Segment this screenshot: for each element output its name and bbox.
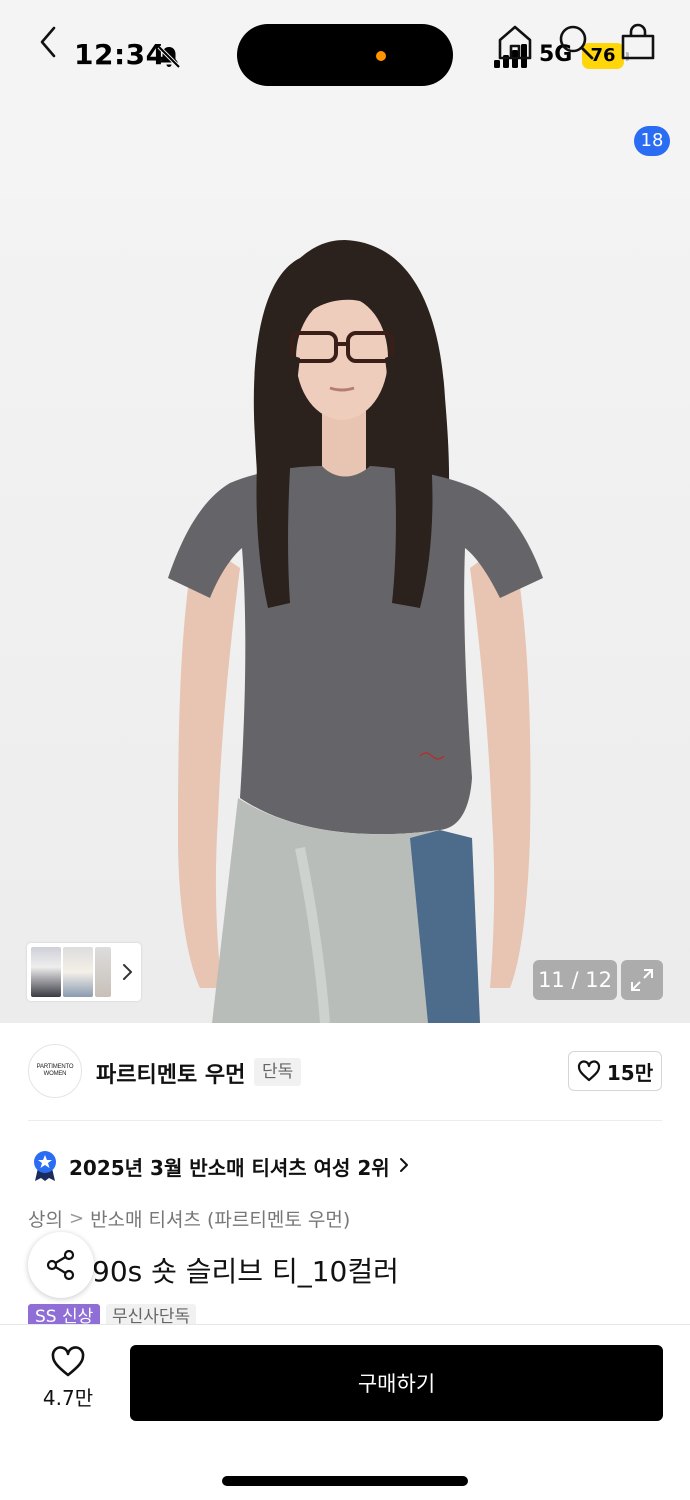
thumbnail-1[interactable]: [31, 947, 61, 997]
brand-logo[interactable]: PARTIMENTO WOMEN: [28, 1044, 82, 1098]
share-icon: [46, 1249, 75, 1281]
brand-logo-text: PARTIMENTO: [36, 1064, 74, 1070]
privacy-indicator-dot: [376, 51, 386, 61]
cart-button[interactable]: [616, 20, 660, 64]
ranking-badge-icon: [34, 1151, 56, 1181]
product-title-text: 90s 숏 슬리브 티_10컬러: [92, 1255, 399, 1288]
back-chevron-icon: [40, 26, 56, 58]
brand-exclusive-tag: 단독: [254, 1058, 302, 1086]
buy-button[interactable]: 구매하기: [130, 1345, 663, 1421]
divider: [28, 1120, 662, 1121]
brand-like-button[interactable]: 15만: [568, 1051, 662, 1091]
product-image[interactable]: [0, 198, 690, 1023]
search-button[interactable]: [554, 20, 598, 64]
expand-icon: [631, 969, 653, 991]
chevron-right-icon[interactable]: [398, 1156, 410, 1174]
thumbnail-3[interactable]: [95, 947, 111, 997]
breadcrumb-subcategory[interactable]: 반소매 티셔츠 (파르티멘토 우먼): [90, 1205, 350, 1232]
image-counter: 11 / 12: [533, 960, 617, 1000]
wishlist-count: 4.7만: [42, 1386, 94, 1410]
chevron-right-icon[interactable]: [120, 962, 134, 982]
status-time: 12:34: [74, 38, 166, 71]
shopping-bag-icon: [621, 23, 655, 60]
brand-name[interactable]: 파르티멘토 우먼: [96, 1057, 245, 1089]
share-button[interactable]: [28, 1232, 94, 1298]
back-button[interactable]: [26, 20, 70, 64]
expand-button[interactable]: [621, 960, 663, 1000]
dynamic-island: [237, 24, 453, 86]
cart-count-badge: 18: [634, 126, 670, 156]
heart-icon: [51, 1346, 85, 1377]
bell-slash-icon: [157, 45, 181, 69]
home-indicator: [222, 1476, 468, 1486]
home-icon: [498, 25, 532, 60]
model-photo: [168, 240, 543, 1023]
breadcrumb: 상의 > 반소매 티셔츠 (파르티멘토 우먼): [28, 1205, 350, 1232]
ranking-link[interactable]: 2025년 3월 반소매 티셔츠 여성 2위: [69, 1152, 390, 1181]
breadcrumb-category[interactable]: 상의: [28, 1205, 63, 1232]
thumbnail-2[interactable]: [63, 947, 93, 997]
nav-bar: [0, 110, 690, 198]
brand-like-count: 15만: [606, 1060, 654, 1085]
search-icon: [559, 25, 594, 60]
brand-logo-subtext: WOMEN: [43, 1071, 67, 1077]
heart-icon: [577, 1060, 600, 1082]
home-button[interactable]: [493, 20, 537, 64]
wishlist-button[interactable]: 4.7만: [28, 1346, 108, 1420]
breadcrumb-separator: >: [68, 1208, 85, 1229]
